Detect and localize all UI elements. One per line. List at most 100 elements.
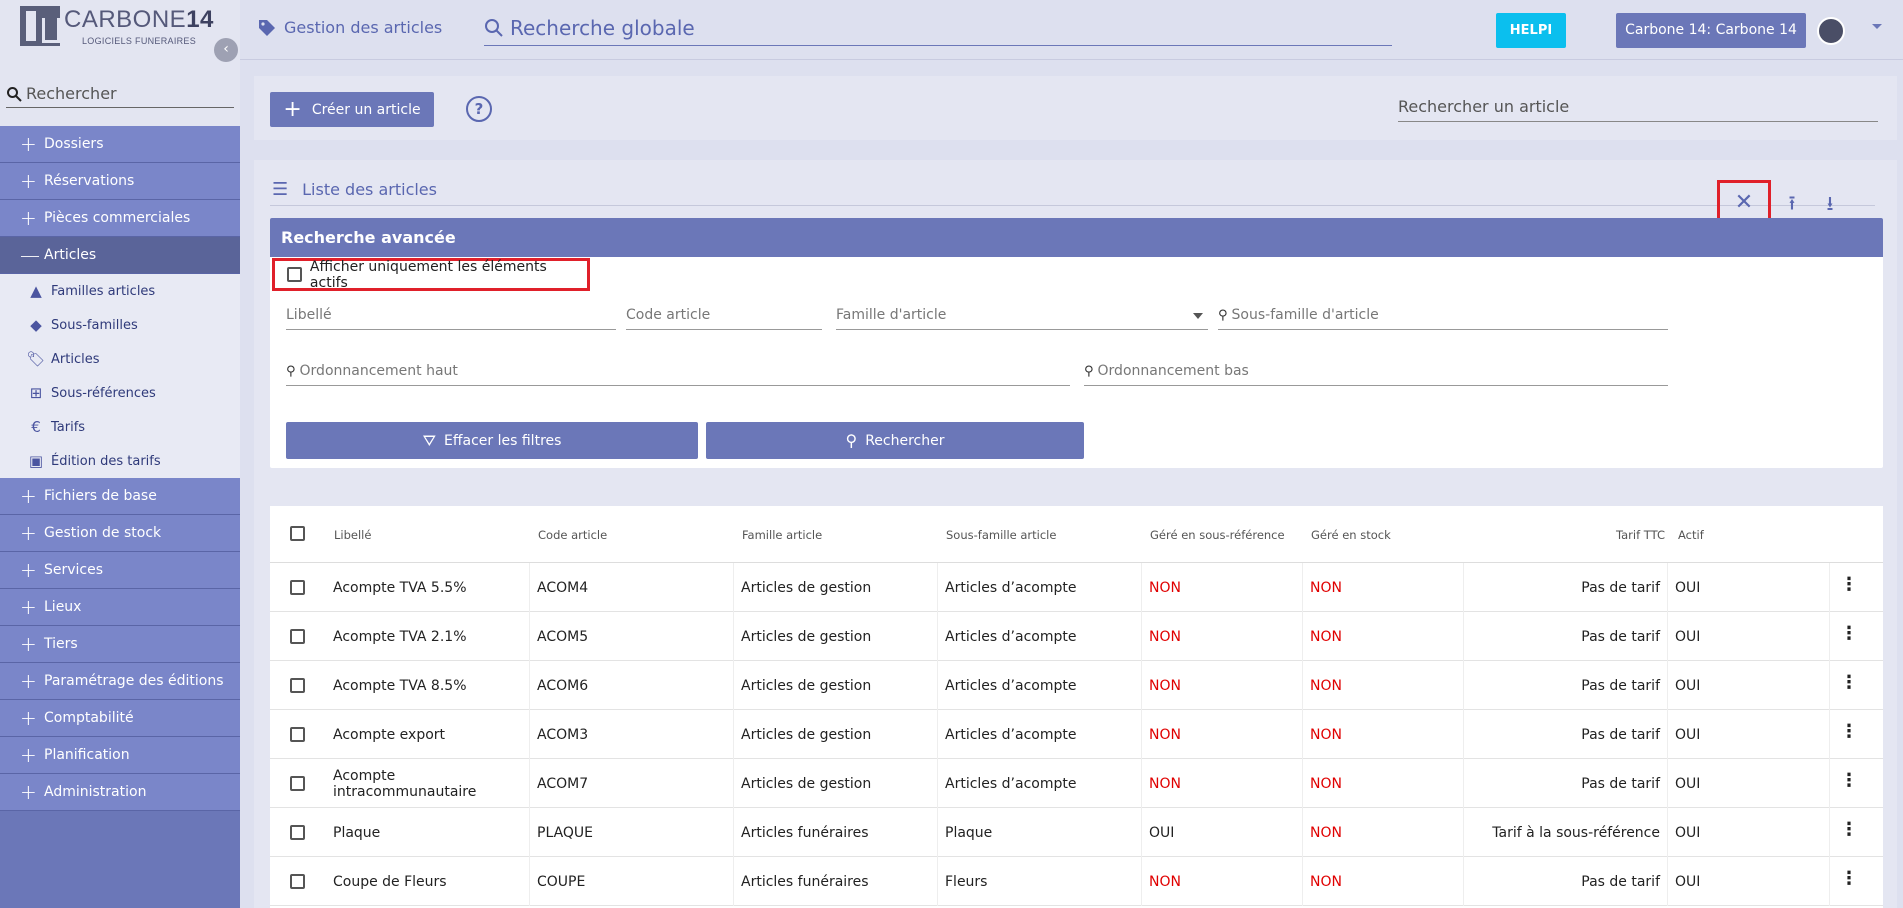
row-checkbox[interactable] <box>290 825 305 840</box>
sidebar-item-dossiers[interactable]: + Dossiers <box>0 126 240 163</box>
column-header-libelle[interactable]: Libellé <box>334 528 371 542</box>
sidebar-subitem-label: Familles articles <box>51 283 156 299</box>
global-search-input[interactable]: Recherche globale <box>484 10 1392 46</box>
sous-famille-field[interactable]: ⚲ Sous-famille d'article <box>1218 300 1668 330</box>
logo-text: CARBONE14 <box>64 6 214 33</box>
sidebar-subitem-tarifs[interactable]: € Tarifs <box>0 410 240 444</box>
logo-subtitle: LOGICIELS FUNERAIRES <box>82 36 197 46</box>
column-header-sous-reference[interactable]: Géré en sous-référence <box>1150 528 1285 542</box>
sidebar-item-parametrage-editions[interactable]: + Paramétrage des éditions <box>0 663 240 700</box>
user-account-button[interactable]: Carbone 14: Carbone 14 <box>1616 13 1806 48</box>
code-article-field[interactable]: Code article <box>626 300 822 330</box>
sidebar-item-tiers[interactable]: + Tiers <box>0 626 240 663</box>
row-checkbox[interactable] <box>290 727 305 742</box>
help-icon[interactable]: ? <box>466 96 492 122</box>
ordonnancement-bas-label: Ordonnancement bas <box>1097 363 1249 379</box>
table-row[interactable]: Acompte intracommunautaire ACOM7 Articles … <box>270 759 1883 808</box>
upload-icon[interactable]: ⭱ <box>1773 183 1811 223</box>
plus-icon: + <box>20 780 37 804</box>
sidebar-subitem-label: Articles <box>51 351 100 367</box>
cell-actif: OUI <box>1668 857 1830 906</box>
sidebar-item-services[interactable]: + Services <box>0 552 240 589</box>
cell-stock: NON <box>1303 612 1464 661</box>
sidebar-item-administration[interactable]: + Administration <box>0 774 240 811</box>
sidebar-search-placeholder: Rechercher <box>26 84 117 103</box>
select-all-checkbox[interactable] <box>290 526 305 541</box>
row-checkbox[interactable] <box>290 874 305 889</box>
sidebar-item-planification[interactable]: + Planification <box>0 737 240 774</box>
row-checkbox[interactable] <box>290 776 305 791</box>
cell-code: PLAQUE <box>530 808 734 857</box>
table-row[interactable]: Acompte export ACOM3 Articles de gestion Ar… <box>270 710 1883 759</box>
table-row[interactable]: Coupe de Fleurs COUPE Articles funéraires F… <box>270 857 1883 906</box>
table-row[interactable]: Acompte TVA 5.5% ACOM4 Articles de gestion… <box>270 563 1883 612</box>
sidebar-item-lieux[interactable]: + Lieux <box>0 589 240 626</box>
search-icon: ⚲ <box>1218 308 1228 323</box>
list-icon: ☰ <box>272 179 289 200</box>
ordonnancement-bas-field[interactable]: ⚲ Ordonnancement bas <box>1084 356 1668 386</box>
cell-famille: Articles de gestion <box>734 710 938 759</box>
active-only-checkbox[interactable]: Afficher uniquement les éléments actifs <box>272 258 590 291</box>
column-header-actif[interactable]: Actif <box>1678 528 1704 542</box>
cell-sousref: NON <box>1142 857 1303 906</box>
more-vertical-icon[interactable]: ⋮ <box>1840 625 1858 643</box>
column-header-stock[interactable]: Géré en stock <box>1311 528 1391 542</box>
sidebar-item-gestion-de-stock[interactable]: + Gestion de stock <box>0 515 240 552</box>
famille-article-select[interactable]: Famille d'article <box>836 300 1208 330</box>
document-icon: ▣ <box>28 452 44 470</box>
row-checkbox[interactable] <box>290 580 305 595</box>
download-icon[interactable]: ⭳ <box>1811 183 1849 223</box>
search-button[interactable]: ⚲ Rechercher <box>706 422 1084 459</box>
column-header-sous-famille[interactable]: Sous-famille article <box>946 528 1056 542</box>
app-logo[interactable]: CARBONE14 LOGICIELS FUNERAIRES <box>20 6 213 50</box>
search-icon: ⚲ <box>1084 364 1094 379</box>
filter-clear-icon: ⛛ <box>422 430 437 450</box>
row-checkbox[interactable] <box>290 629 305 644</box>
sidebar-item-pieces-commerciales[interactable]: + Pièces commerciales <box>0 200 240 237</box>
sidebar-subitem-sous-references[interactable]: ⊞ Sous-références <box>0 376 240 410</box>
table-row[interactable]: Acompte TVA 8.5% ACOM6 Articles de gestion… <box>270 661 1883 710</box>
avatar[interactable] <box>1817 17 1845 45</box>
cell-sous: Articles d’acompte <box>938 612 1142 661</box>
sidebar-subitem-articles[interactable]: 🏷 Articles <box>0 342 240 376</box>
sidebar-item-articles[interactable]: — Articles <box>0 237 240 274</box>
table-row[interactable]: Acompte TVA 2.1% ACOM5 Articles de gestion… <box>270 612 1883 661</box>
more-vertical-icon[interactable]: ⋮ <box>1840 723 1858 741</box>
sidebar-subitem-sous-familles[interactable]: ◆ Sous-familles <box>0 308 240 342</box>
column-header-code[interactable]: Code article <box>538 528 607 542</box>
sidebar-item-reservations[interactable]: + Réservations <box>0 163 240 200</box>
table-row[interactable]: Plaque PLAQUE Articles funéraires Plaque OUI… <box>270 808 1883 857</box>
plus-icon: + <box>20 669 37 693</box>
column-header-famille[interactable]: Famille article <box>742 528 822 542</box>
search-icon: ⚲ <box>845 431 858 450</box>
cell-stock: NON <box>1303 759 1464 808</box>
more-vertical-icon[interactable]: ⋮ <box>1840 772 1858 790</box>
more-vertical-icon[interactable]: ⋮ <box>1840 576 1858 594</box>
column-header-tarif[interactable]: Tarif TTC <box>1616 528 1665 542</box>
libelle-field[interactable]: Libellé <box>286 300 616 330</box>
sidebar-item-fichiers-de-base[interactable]: + Fichiers de base <box>0 478 240 515</box>
plus-icon: + <box>20 595 37 619</box>
cell-sous: Plaque <box>938 808 1142 857</box>
sidebar-item-label: Administration <box>44 784 147 800</box>
sidebar-item-label: Articles <box>44 247 97 263</box>
cell-sousref: NON <box>1142 759 1303 808</box>
sidebar-item-comptabilite[interactable]: + Comptabilité <box>0 700 240 737</box>
sidebar-subitem-edition-tarifs[interactable]: ▣ Édition des tarifs <box>0 444 240 478</box>
collapse-sidebar-button[interactable]: ‹ <box>214 38 238 62</box>
sidebar-subitem-familles[interactable]: ▲ Familles articles <box>0 274 240 308</box>
cell-code: ACOM3 <box>530 710 734 759</box>
more-vertical-icon[interactable]: ⋮ <box>1840 821 1858 839</box>
ordonnancement-haut-field[interactable]: ⚲ Ordonnancement haut <box>286 356 1070 386</box>
more-vertical-icon[interactable]: ⋮ <box>1840 674 1858 692</box>
sidebar-search-input[interactable]: Rechercher <box>6 80 234 108</box>
checkbox[interactable] <box>287 267 302 282</box>
helpi-button[interactable]: HELPI <box>1496 13 1566 48</box>
article-search-input[interactable]: Rechercher un article <box>1398 92 1878 122</box>
create-article-button[interactable]: + Créer un article <box>270 92 434 127</box>
more-vertical-icon[interactable]: ⋮ <box>1840 870 1858 888</box>
row-checkbox[interactable] <box>290 678 305 693</box>
chevron-down-icon[interactable] <box>1872 24 1882 29</box>
clear-filters-button[interactable]: ⛛ Effacer les filtres <box>286 422 698 459</box>
cell-sous: Fleurs <box>938 857 1142 906</box>
